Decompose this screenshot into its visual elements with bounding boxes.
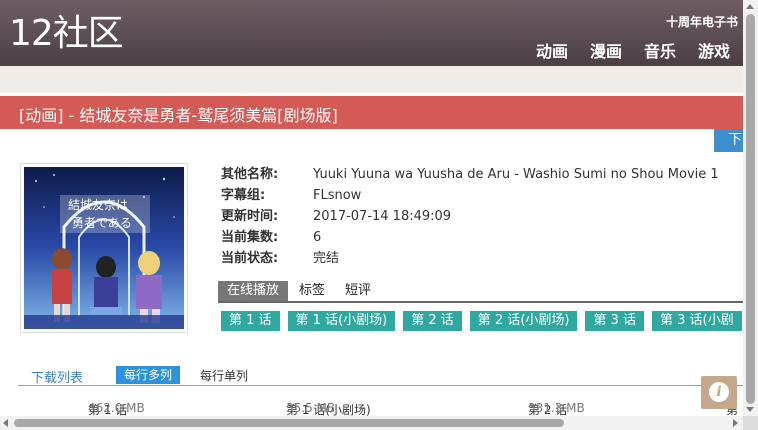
nav-item-anime[interactable]: 动画 [536, 38, 568, 62]
cover-artwork: 結城友奈は 勇者である [24, 167, 184, 329]
single-column-toggle[interactable]: 每行单列 [200, 367, 248, 384]
nav-item-music[interactable]: 音乐 [644, 38, 676, 62]
episode-button[interactable]: 第 2 话(小剧场) [469, 311, 578, 331]
scroll-up-icon[interactable] [746, 4, 754, 9]
tab-tags[interactable]: 标签 [290, 281, 334, 301]
horizontal-scroll-thumb[interactable] [14, 419, 564, 427]
download-list-label[interactable]: 下载列表 [31, 367, 83, 386]
cover-title-1: 結城友奈は [68, 198, 128, 212]
episode-button[interactable]: 第 3 话 [585, 311, 645, 331]
vertical-scroll-thumb[interactable] [746, 14, 755, 404]
episode-button[interactable]: 第 1 话 [221, 311, 280, 331]
cover-image: 結城友奈は 勇者である [20, 163, 188, 333]
content-tabs: 在线播放 标签 短评 [218, 281, 743, 303]
info-row-status: 当前状态: 完结 [221, 251, 340, 266]
site-logo[interactable]: 12社区 [9, 12, 124, 56]
episode-button[interactable]: 第 2 话 [403, 311, 462, 331]
info-panel: 其他名称: Yuuki Yuuna wa Yuusha de Aru - Wash… [221, 164, 719, 269]
info-icon: i [709, 382, 729, 402]
title-bar: [动画] - 结城友奈是勇者-鹫尾须美篇[剧场版] [0, 96, 758, 129]
site-header: 12社区 十周年电子书 动画 漫画 音乐 游戏 [0, 0, 758, 66]
info-row-episodes: 当前集数: 6 [221, 230, 322, 245]
tab-online-play[interactable]: 在线播放 [218, 281, 289, 301]
scroll-down-icon[interactable] [746, 407, 754, 412]
scroll-left-icon[interactable] [3, 419, 8, 427]
info-row-alt-name: 其他名称: Yuuki Yuuna wa Yuusha de Aru - Wash… [221, 167, 719, 182]
episode-list: 第 1 话第 1 话(小剧场) 第 2 话第 2 话(小剧场) 第 3 话第 3 话… [221, 309, 743, 331]
sub-band [0, 66, 758, 93]
page-title: [动画] - 结城友奈是勇者-鹫尾须美篇[剧场版] [19, 106, 338, 125]
main-nav: 动画 漫画 音乐 游戏 [536, 38, 730, 62]
scroll-right-icon[interactable] [733, 419, 738, 427]
horizontal-scrollbar[interactable] [0, 416, 743, 430]
ebook-link[interactable]: 十周年电子书 [666, 13, 738, 30]
cover-title-2: 勇者である [72, 216, 132, 230]
scrollbar-corner [743, 416, 758, 430]
tab-reviews[interactable]: 短评 [336, 281, 380, 301]
info-button[interactable]: i [701, 376, 737, 409]
info-row-subgroup: 字幕组: FLsnow [221, 188, 362, 203]
download-list-header: 下载列表 每行多列 每行单列 [18, 365, 743, 386]
nav-item-games[interactable]: 游戏 [698, 38, 730, 62]
episode-button[interactable]: 第 1 话(小剧场) [287, 311, 396, 331]
info-row-updated: 更新时间: 2017-07-14 18:49:09 [221, 209, 452, 224]
nav-item-manga[interactable]: 漫画 [590, 38, 622, 62]
vertical-scrollbar[interactable] [743, 0, 758, 430]
multi-column-toggle[interactable]: 每行多列 [116, 366, 181, 384]
episode-button[interactable]: 第 3 话(小剧 [652, 311, 742, 331]
